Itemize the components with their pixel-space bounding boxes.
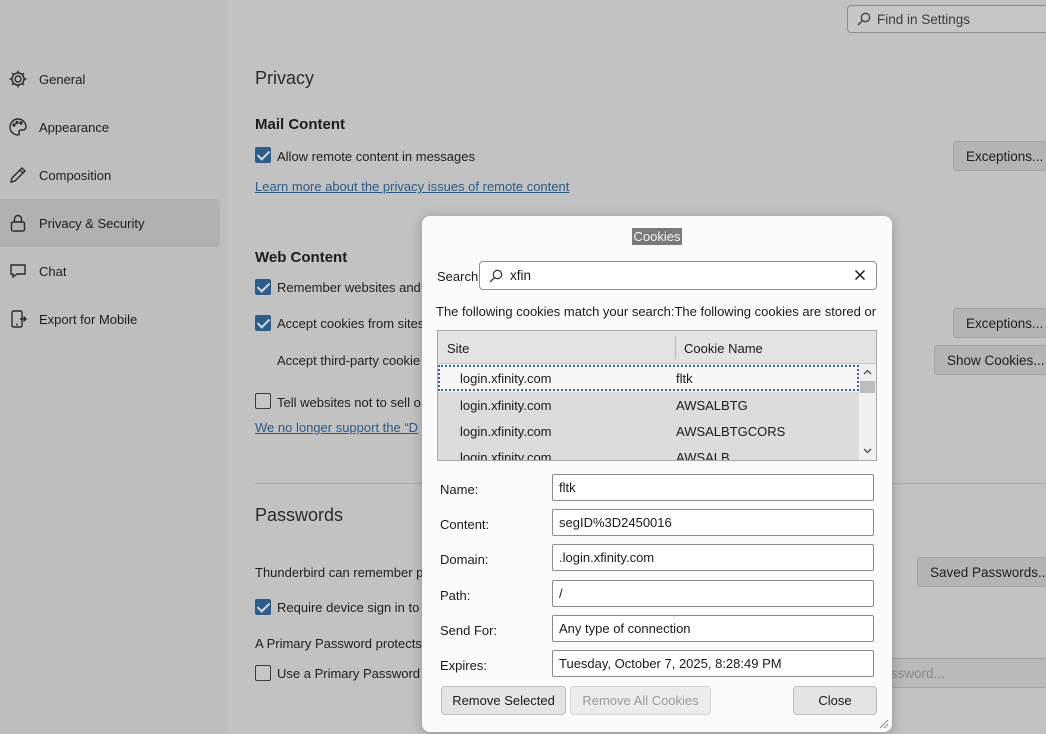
path-label: Path:: [440, 588, 471, 603]
cookie-tree: Site Cookie Name login.xfinity.com fltk …: [437, 330, 877, 461]
row-cookie-name: fltk: [676, 371, 693, 386]
column-site[interactable]: Site: [447, 341, 469, 356]
remember-websites-label: Remember websites and: [277, 280, 421, 295]
tree-header: Site Cookie Name: [438, 331, 876, 364]
sidebar-item-label: Chat: [39, 263, 67, 279]
change-primary-password-button[interactable]: Change Primary Password...: [870, 658, 1046, 688]
remember-websites-checkbox[interactable]: [255, 279, 271, 295]
do-not-sell-label: Tell websites not to sell o: [277, 395, 421, 410]
column-cookie-name[interactable]: Cookie Name: [684, 341, 763, 356]
sidebar-item-label: General: [39, 71, 86, 87]
row-site: login.xfinity.com: [460, 398, 552, 413]
third-party-label: Accept third-party cookie: [277, 353, 421, 368]
use-primary-password-label: Use a Primary Password: [277, 666, 421, 681]
scroll-up-icon[interactable]: [862, 367, 873, 378]
cookie-search-label: Search:: [437, 269, 482, 284]
mail-exceptions-button[interactable]: Exceptions...: [953, 141, 1046, 171]
content-label: Content:: [440, 517, 490, 532]
match-description: The following cookies match your search:…: [436, 304, 877, 319]
send-for-field[interactable]: Any type of connection: [552, 615, 874, 642]
primary-password-info: A Primary Password protects: [255, 636, 422, 651]
sidebar-item-export-mobile[interactable]: Export for Mobile: [0, 295, 220, 343]
cookies-dialog: Cookies Search: xfin The following cooki…: [422, 216, 892, 732]
path-field[interactable]: /: [552, 580, 874, 607]
sidebar-item-chat[interactable]: Chat: [0, 247, 220, 295]
palette-icon: [7, 116, 29, 138]
clear-search-icon[interactable]: [852, 267, 868, 283]
allow-remote-checkbox[interactable]: [255, 147, 271, 163]
column-separator[interactable]: [675, 336, 676, 359]
sidebar-item-label: Export for Mobile: [39, 311, 138, 327]
find-in-settings-input[interactable]: Find in Settings: [847, 5, 1046, 33]
domain-field[interactable]: .login.xfinity.com: [552, 544, 874, 571]
sidebar-item-general[interactable]: General: [0, 55, 220, 103]
pencil-icon: [7, 164, 29, 186]
sidebar-item-label: Appearance: [39, 119, 110, 135]
cookie-exceptions-button[interactable]: Exceptions...: [953, 308, 1046, 338]
sidebar: General Appearance Composition Privacy &…: [0, 0, 228, 734]
use-primary-password-checkbox[interactable]: [255, 665, 271, 681]
remove-selected-button[interactable]: Remove Selected: [441, 686, 566, 715]
remove-all-cookies-button[interactable]: Remove All Cookies: [570, 686, 711, 715]
table-row[interactable]: login.xfinity.com AWSALBTG: [438, 392, 859, 418]
search-icon: [857, 12, 871, 26]
table-row[interactable]: login.xfinity.com AWSALBTGCORS: [438, 418, 859, 444]
row-site: login.xfinity.com: [460, 424, 552, 439]
allow-remote-label: Allow remote content in messages: [277, 149, 475, 164]
accept-cookies-checkbox[interactable]: [255, 315, 271, 331]
row-cookie-name: AWSALBTGCORS: [676, 424, 786, 439]
accept-cookies-label: Accept cookies from sites: [277, 316, 425, 331]
gear-icon: [7, 68, 29, 90]
dnt-info-link[interactable]: We no longer support the “D: [255, 420, 418, 435]
sidebar-item-composition[interactable]: Composition: [0, 151, 220, 199]
cookie-search-input[interactable]: xfin: [479, 261, 877, 290]
content-field[interactable]: segID%3D2450016: [552, 509, 874, 536]
row-site: login.xfinity.com: [460, 371, 552, 386]
resize-grip-icon[interactable]: [877, 717, 889, 729]
sidebar-item-privacy-security[interactable]: Privacy & Security: [0, 199, 220, 247]
web-content-heading: Web Content: [255, 249, 348, 266]
passwords-remember-label: Thunderbird can remember p: [255, 565, 424, 580]
scrollbar-thumb[interactable]: [860, 381, 875, 393]
device-signin-label: Require device sign in to: [277, 600, 420, 615]
domain-label: Domain:: [440, 552, 489, 567]
privacy-heading: Privacy: [255, 68, 315, 88]
saved-passwords-button[interactable]: Saved Passwords...: [917, 557, 1046, 587]
show-cookies-button[interactable]: Show Cookies...: [934, 345, 1046, 375]
scroll-down-icon[interactable]: [862, 445, 873, 456]
send-for-label: Send For:: [440, 623, 498, 638]
row-site: login.xfinity.com: [460, 450, 552, 461]
name-field[interactable]: fltk: [552, 474, 874, 501]
sidebar-item-label: Composition: [39, 167, 112, 183]
chat-icon: [7, 260, 29, 282]
row-cookie-name: AWSALB: [676, 450, 730, 461]
do-not-sell-checkbox[interactable]: [255, 393, 271, 409]
mobile-export-icon: [7, 308, 29, 330]
row-cookie-name: AWSALBTG: [676, 398, 748, 413]
dialog-title: Cookies: [631, 228, 683, 245]
expires-label: Expires:: [440, 658, 487, 673]
search-icon: [489, 269, 503, 282]
tree-scrollbar[interactable]: [859, 364, 876, 460]
expires-field[interactable]: Tuesday, October 7, 2025, 8:28:49 PM: [552, 650, 874, 677]
sidebar-item-appearance[interactable]: Appearance: [0, 103, 220, 151]
remote-content-learn-more-link[interactable]: Learn more about the privacy issues of r…: [255, 179, 569, 194]
sidebar-item-label: Privacy & Security: [39, 215, 145, 231]
passwords-heading: Passwords: [255, 505, 344, 525]
name-label: Name:: [440, 482, 479, 497]
lock-icon: [7, 212, 29, 234]
device-signin-checkbox[interactable]: [255, 599, 271, 615]
close-button[interactable]: Close: [793, 686, 877, 715]
mail-content-heading: Mail Content: [255, 116, 345, 133]
table-row[interactable]: login.xfinity.com AWSALB: [438, 444, 859, 461]
table-row[interactable]: login.xfinity.com fltk: [438, 365, 859, 391]
